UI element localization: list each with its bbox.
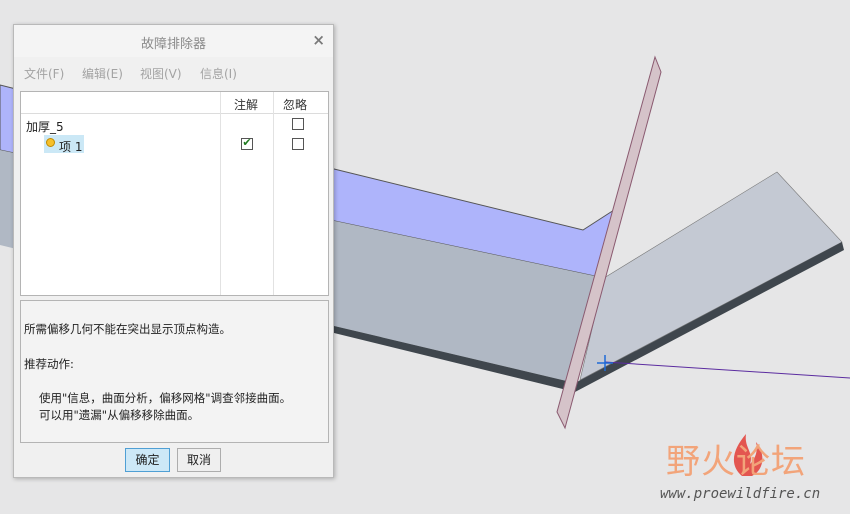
info-action-1: 使用"信息，曲面分析，偏移网格"调查邻接曲面。	[39, 391, 292, 405]
troubleshooter-dialog: 故障排除器 × 文件(F) 编辑(E) 视图(V) 信息(I) 注解 忽略 加厚…	[13, 24, 334, 478]
ok-button[interactable]: 确定	[125, 448, 170, 472]
watermark-title: 野火论坛	[666, 442, 806, 482]
close-icon[interactable]: ×	[312, 31, 325, 49]
tree-node-item[interactable]: 项 1	[59, 138, 82, 155]
checkmark-icon: ✔	[242, 136, 252, 149]
column-divider	[220, 92, 221, 295]
issue-tree[interactable]: 注解 忽略 加厚_5 项 1 ✔	[20, 91, 329, 296]
datum-axis	[604, 361, 850, 379]
dialog-title: 故障排除器	[140, 37, 206, 52]
ignore-checkbox-item[interactable]	[292, 138, 304, 150]
warning-bullet-icon	[46, 138, 55, 147]
menu-file[interactable]: 文件(F)	[24, 65, 64, 82]
dialog-titlebar[interactable]: 故障排除器 ×	[14, 25, 333, 57]
forum-watermark: 野火论坛 www.proewildfire.cn	[660, 430, 840, 508]
column-header-annotate[interactable]: 注解	[234, 96, 258, 113]
menu-view[interactable]: 视图(V)	[140, 65, 182, 82]
menu-edit[interactable]: 编辑(E)	[82, 65, 123, 82]
column-divider	[273, 92, 274, 295]
menu-bar: 文件(F) 编辑(E) 视图(V) 信息(I)	[14, 61, 333, 83]
cancel-button[interactable]: 取消	[177, 448, 221, 472]
info-action-2: 可以用"遗漏"从偏移移除曲面。	[39, 408, 200, 422]
tree-header	[21, 92, 328, 114]
info-message: 所需偏移几何不能在突出显示顶点构造。	[24, 322, 231, 336]
menu-info[interactable]: 信息(I)	[200, 65, 237, 82]
watermark-url: www.proewildfire.cn	[660, 486, 821, 502]
info-panel: 所需偏移几何不能在突出显示顶点构造。 推荐动作: 使用"信息，曲面分析，偏移网格…	[20, 300, 329, 443]
column-header-ignore[interactable]: 忽略	[283, 96, 307, 113]
ignore-checkbox-feature[interactable]	[292, 118, 304, 130]
tree-node-feature[interactable]: 加厚_5	[26, 118, 64, 135]
info-heading: 推荐动作:	[24, 357, 74, 371]
annotate-checkbox-item[interactable]: ✔	[241, 136, 253, 150]
